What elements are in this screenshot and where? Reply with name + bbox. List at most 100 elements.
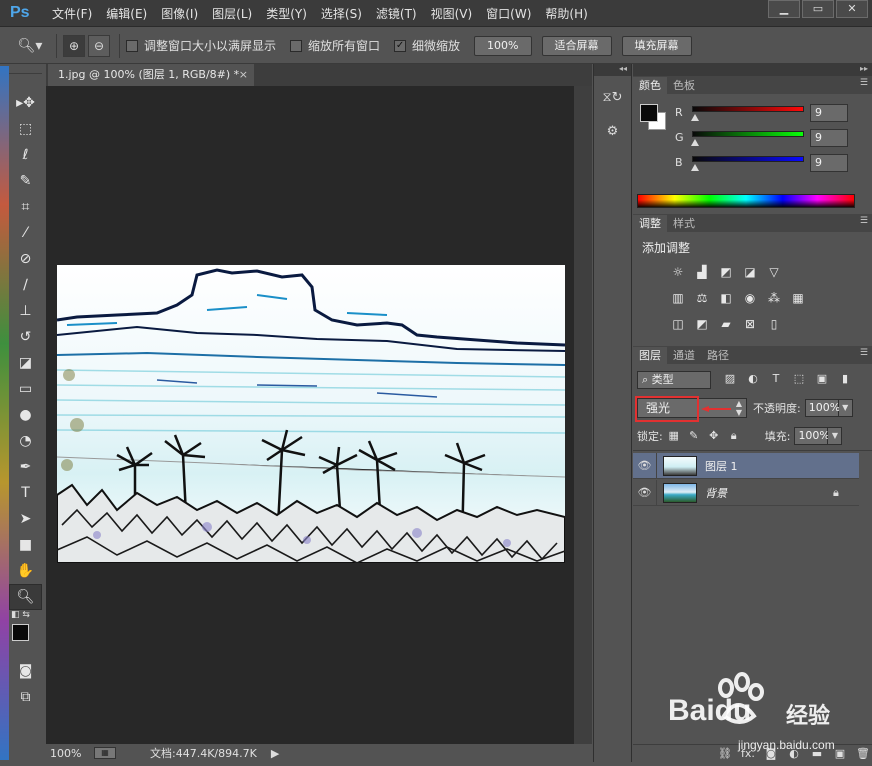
pen-tool-icon[interactable]: ✒ xyxy=(9,454,42,480)
tab-adjustments[interactable]: 调整 xyxy=(633,215,667,232)
color-lookup-icon[interactable]: ▦ xyxy=(789,290,807,306)
checkbox-box[interactable] xyxy=(126,39,138,52)
menu-file[interactable]: 文件(F) xyxy=(52,5,92,22)
move-tool-icon[interactable]: ▸✥ xyxy=(9,90,42,116)
default-colors-icon[interactable]: ◧ ⇆ xyxy=(11,610,30,620)
shape-filter-icon[interactable]: ⬚ xyxy=(792,372,806,388)
tab-channels[interactable]: 通道 xyxy=(667,347,701,364)
panel-collapse-icon[interactable]: ▸▸ xyxy=(633,64,872,76)
fill-dropdown-icon[interactable]: ▼ xyxy=(828,427,843,445)
status-menu-arrow-icon[interactable]: ▶ xyxy=(271,747,279,760)
tab-swatches[interactable]: 色板 xyxy=(667,77,701,94)
layer-row-layer1[interactable]: 👁︎ 图层 1 xyxy=(633,452,859,479)
checkbox-box[interactable] xyxy=(290,39,303,52)
fill-field[interactable]: 100% xyxy=(794,427,830,445)
eyedropper-tool-icon[interactable]: ⁄ xyxy=(9,220,42,246)
invert-icon[interactable]: ◫ xyxy=(669,316,687,332)
brightness-icon[interactable]: ☼ xyxy=(669,264,687,280)
blue-slider[interactable] xyxy=(692,156,804,162)
checkbox-checked-box[interactable]: ✓ xyxy=(394,39,407,52)
quick-select-tool-icon[interactable]: ✎ xyxy=(9,168,42,194)
fit-screen-button[interactable]: 适合屏幕 xyxy=(541,35,612,56)
tab-layers[interactable]: 图层 xyxy=(633,347,667,364)
zoom-level[interactable]: 100% xyxy=(46,747,94,760)
green-slider[interactable] xyxy=(692,131,804,137)
scrubby-zoom-checkbox[interactable]: ✓ 细微缩放 xyxy=(394,37,460,54)
layer-name[interactable]: 图层 1 xyxy=(705,458,859,474)
lock-transparent-icon[interactable]: ▦ xyxy=(667,429,681,443)
menu-filter[interactable]: 滤镜(T) xyxy=(376,5,417,22)
crop-tool-icon[interactable]: ⌗ xyxy=(9,194,42,220)
marquee-tool-icon[interactable]: ⬚ xyxy=(9,116,42,142)
zoom-all-windows-checkbox[interactable]: 缩放所有窗口 xyxy=(290,37,380,54)
layer-row-background[interactable]: 👁︎ 背景 🔒︎ xyxy=(633,479,859,506)
black-white-icon[interactable]: ◧ xyxy=(717,290,735,306)
selective-color-icon[interactable]: ⊠ xyxy=(741,316,759,332)
panel-menu-icon[interactable]: ☰ xyxy=(860,216,868,226)
pixel-filter-icon[interactable]: ▨ xyxy=(723,372,737,388)
dodge-tool-icon[interactable]: ◔ xyxy=(9,428,42,454)
type-tool-icon[interactable]: T xyxy=(9,480,42,506)
minimize-icon[interactable]: ▁ xyxy=(768,0,800,18)
red-slider[interactable] xyxy=(692,106,804,112)
resize-windows-checkbox[interactable]: 调整窗口大小以满屏显示 xyxy=(126,37,276,54)
document-tab[interactable]: 1.jpg @ 100% (图层 1, RGB/8#) * × xyxy=(48,64,254,86)
history-panel-icon[interactable]: ⧖↻ xyxy=(600,86,626,110)
history-brush-tool-icon[interactable]: ↺ xyxy=(9,324,42,350)
rectangle-tool-icon[interactable]: ■ xyxy=(9,532,42,558)
zoom-in-icon[interactable]: ⊕ xyxy=(63,34,85,57)
color-swatches[interactable]: ◧ ⇆ xyxy=(9,610,42,658)
adjustment-filter-icon[interactable]: ◐ xyxy=(746,372,760,388)
threshold-icon[interactable]: ▰ xyxy=(717,316,735,332)
vertical-scrollbar[interactable] xyxy=(574,86,592,744)
levels-icon[interactable]: ▟ xyxy=(693,264,711,280)
lock-all-icon[interactable]: 🔒︎ xyxy=(727,429,741,443)
gradient-tool-icon[interactable]: ▭ xyxy=(9,376,42,402)
tab-styles[interactable]: 样式 xyxy=(667,215,701,232)
quick-mask-icon[interactable]: ◙ xyxy=(9,658,42,684)
menu-window[interactable]: 窗口(W) xyxy=(486,5,531,22)
photo-filter-icon[interactable]: ◉ xyxy=(741,290,759,306)
zoom-out-icon[interactable]: ⊖ xyxy=(88,34,110,57)
kind-filter-select[interactable]: ⌕ 类型 xyxy=(637,371,711,389)
green-value-field[interactable]: 9 xyxy=(810,129,848,147)
toolbar-grip[interactable] xyxy=(9,66,42,74)
dock-collapse-icon[interactable]: ◂◂ xyxy=(594,64,631,76)
type-filter-icon[interactable]: T xyxy=(769,372,783,388)
smart-object-filter-icon[interactable]: ▣ xyxy=(815,372,829,388)
red-slider-thumb[interactable] xyxy=(691,114,699,121)
visibility-eye-icon[interactable]: 👁︎ xyxy=(633,452,657,479)
close-tab-icon[interactable]: × xyxy=(239,64,248,86)
eraser-tool-icon[interactable]: ◪ xyxy=(9,350,42,376)
brush-tool-icon[interactable]: ∕ xyxy=(9,272,42,298)
green-slider-thumb[interactable] xyxy=(691,139,699,146)
menu-help[interactable]: 帮助(H) xyxy=(545,5,587,22)
menu-select[interactable]: 选择(S) xyxy=(321,5,362,22)
actual-pixels-button[interactable]: 100% xyxy=(474,35,532,56)
tab-paths[interactable]: 路径 xyxy=(701,347,735,364)
document-image[interactable] xyxy=(57,265,565,563)
menu-view[interactable]: 视图(V) xyxy=(431,5,473,22)
fill-screen-button[interactable]: 填充屏幕 xyxy=(621,35,692,56)
tab-color[interactable]: 颜色 xyxy=(633,77,667,94)
menu-edit[interactable]: 编辑(E) xyxy=(106,5,147,22)
lock-position-icon[interactable]: ✥ xyxy=(707,429,721,443)
screen-mode-icon[interactable]: ⧉ xyxy=(9,684,42,710)
lasso-tool-icon[interactable]: ℓ xyxy=(9,142,42,168)
clone-stamp-tool-icon[interactable]: ⊥ xyxy=(9,298,42,324)
filter-toggle-icon[interactable]: ▮ xyxy=(838,372,852,388)
healing-brush-tool-icon[interactable]: ⊘ xyxy=(9,246,42,272)
channel-mixer-icon[interactable]: ⁂ xyxy=(765,290,783,306)
path-select-tool-icon[interactable]: ➤ xyxy=(9,506,42,532)
menu-layer[interactable]: 图层(L) xyxy=(212,5,252,22)
close-icon[interactable]: ✕ xyxy=(836,0,868,18)
foreground-color-swatch[interactable] xyxy=(12,624,29,641)
menu-image[interactable]: 图像(I) xyxy=(161,5,198,22)
blur-tool-icon[interactable]: ● xyxy=(9,402,42,428)
maximize-icon[interactable]: ▭ xyxy=(802,0,834,18)
properties-panel-icon[interactable]: ⚙ xyxy=(600,120,626,144)
menu-type[interactable]: 类型(Y) xyxy=(266,5,307,22)
panel-menu-icon[interactable]: ☰ xyxy=(860,348,868,358)
lock-image-icon[interactable]: ✎ xyxy=(687,429,701,443)
zoom-tool-icon[interactable]: 🔍︎ xyxy=(9,584,42,610)
